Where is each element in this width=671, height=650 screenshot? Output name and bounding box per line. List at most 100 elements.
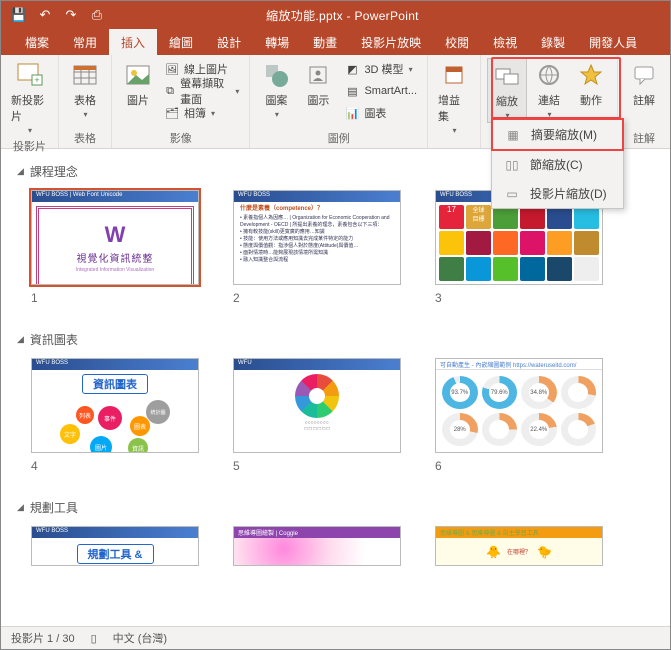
table-icon [70,60,100,90]
group-addins-spacer [452,137,455,150]
pictures-button[interactable]: 圖片 [118,58,158,110]
group-illustrations: 圖案▾ 圖示 ◩3D 模型▾ ▤SmartArt... 📊圖表 圖例 [250,55,428,148]
slide-thumb-5[interactable]: WFU ○○○○○○○○□ □ □ □ □ □ 5 [233,358,401,473]
picture-icon [123,60,153,90]
slide-thumb-4[interactable]: WFU BOSS 資訊圖表 事件 圖表 統計圖 文字 資訊 圖片 列表 4 [31,358,199,473]
slide-thumb-2[interactable]: WFU BOSS 什麼是素養（competence）？• 素養指個人為因應… |… [233,190,401,305]
summary-zoom-item[interactable]: ▦ 摘要縮放(M) [491,118,624,151]
language-status[interactable]: 中文 (台灣) [113,630,167,646]
slide-zoom-item[interactable]: ▭ 投影片縮放(D) [492,179,623,208]
screenshot-button[interactable]: ⧉螢幕擷取畫面▾ [160,80,243,102]
group-tables: 表格▾ 表格 [59,55,112,148]
slide-zoom-label: 投影片縮放(D) [530,185,607,202]
slide1-subtitle: Integrated Information Visualization [76,267,154,273]
tab-developer[interactable]: 開發人員 [577,29,649,55]
tab-recording[interactable]: 錄製 [529,29,577,55]
slide-zoom-icon: ▭ [502,187,522,201]
table-label: 表格 [74,92,96,108]
tab-file[interactable]: 檔案 [13,29,61,55]
comment-button[interactable]: 註解 [624,58,664,110]
tab-animations[interactable]: 動畫 [301,29,349,55]
summary-zoom-icon: ▦ [503,128,523,142]
redo-button[interactable]: ↷ [59,3,83,27]
zoom-dropdown: ▦ 摘要縮放(M) ▯▯ 節縮放(C) ▭ 投影片縮放(D) [491,118,624,209]
group-slides-label: 投影片 [13,137,46,154]
section-2-title: 資訊圖表 [30,331,78,348]
3d-models-button[interactable]: ◩3D 模型▾ [340,58,421,80]
group-addins: 增益集▾ [428,55,481,148]
shapes-icon [261,60,291,90]
addins-button[interactable]: 增益集▾ [434,58,474,137]
group-slides: + 新投影片▾ 投影片 [1,55,59,148]
undo-button[interactable]: ↶ [33,3,57,27]
chart-button[interactable]: 📊圖表 [340,102,421,124]
slide-thumb-8[interactable]: 思維導圖繪製 | Coggle [233,526,401,566]
slide-number-6: 6 [435,459,603,473]
donut-5: 22.4% [530,427,547,433]
tab-slideshow[interactable]: 投影片放映 [349,29,433,55]
smartart-icon: ▤ [344,83,360,99]
smartart-button[interactable]: ▤ SmartArt... [340,80,421,102]
icons-icon [303,60,333,90]
shapes-label: 圖案 [265,92,287,108]
tab-design[interactable]: 設計 [205,29,253,55]
group-comments: 註解 註解 [617,55,670,148]
photo-album-label: 相簿 [184,105,206,121]
slide-sorter[interactable]: 課程理念 WFU BOSS | Web Font Unicode W視覺化資訊統… [1,149,670,628]
slide4-title: 資訊圖表 [82,374,148,394]
ribbon: + 新投影片▾ 投影片 表格▾ 表格 圖片 🖼線上圖片 ⧉螢幕擷取畫面▾ 🗂相簿… [1,55,670,149]
chart-label: 圖表 [364,105,386,121]
slide-number-5: 5 [233,459,401,473]
group-comments-label: 註解 [633,129,655,146]
section-1-title: 課程理念 [30,163,78,180]
slide-thumb-9[interactable]: 思維導圖 & 思維導圖 & 自主學習工具 🐥在哪裡？🐤 [435,526,603,566]
link-button[interactable]: 連結▾ [529,58,569,121]
slide-number-3: 3 [435,291,603,305]
group-images: 圖片 🖼線上圖片 ⧉螢幕擷取畫面▾ 🗂相簿▾ 影像 [112,55,250,148]
tab-draw[interactable]: 繪圖 [157,29,205,55]
section-zoom-item[interactable]: ▯▯ 節縮放(C) [492,150,623,179]
quick-access-toolbar: 💾 ↶ ↷ ⎙ [1,3,115,27]
tab-transitions[interactable]: 轉場 [253,29,301,55]
slide-number-2: 2 [233,291,401,305]
save-button[interactable]: 💾 [7,3,31,27]
icons-button[interactable]: 圖示 [298,58,338,110]
tab-view[interactable]: 檢視 [481,29,529,55]
zoom-button[interactable]: 縮放▾ [487,58,527,123]
action-label: 動作 [580,92,602,108]
new-slide-label: 新投影片 [11,92,48,124]
donut-4: 28% [454,427,466,433]
donut-3: 34.8% [530,390,547,396]
shapes-button[interactable]: 圖案▾ [256,58,296,121]
cube-icon: ◩ [344,61,360,77]
icons-label: 圖示 [307,92,329,108]
slide-number-1: 1 [31,291,199,305]
section-header-3[interactable]: 規劃工具 [17,499,654,516]
donut-2: 79.6% [491,390,508,396]
slide-thumb-7[interactable]: WFU BOSS 規劃工具 & [31,526,199,566]
tab-home[interactable]: 常用 [61,29,109,55]
ribbon-tabs: 檔案 常用 插入 繪圖 設計 轉場 動畫 投影片放映 校閱 檢視 錄製 開發人員 [1,29,670,55]
spellcheck-icon[interactable]: ▯ [91,632,97,645]
svg-text:+: + [35,75,40,85]
link-label: 連結 [538,92,560,108]
comment-icon [629,60,659,90]
donut-1: 93.7% [451,390,468,396]
link-icon [534,60,564,90]
table-button[interactable]: 表格▾ [65,58,105,121]
zoom-icon [492,61,522,91]
summary-zoom-label: 摘要縮放(M) [531,126,597,143]
slide2-title: 什麼是素養（competence）？ [240,205,394,213]
smartart-label: SmartArt... [364,85,417,97]
photo-album-button[interactable]: 🗂相簿▾ [160,102,243,124]
section-header-2[interactable]: 資訊圖表 [17,331,654,348]
action-button[interactable]: 動作 [571,58,611,110]
title-bar: 💾 ↶ ↷ ⎙ 縮放功能.pptx - PowerPoint [1,1,670,29]
tab-review[interactable]: 校閱 [433,29,481,55]
new-slide-button[interactable]: + 新投影片▾ [7,58,52,137]
start-from-beginning-button[interactable]: ⎙ [85,3,109,27]
tab-insert[interactable]: 插入 [109,29,157,55]
slide-thumb-6[interactable]: 可自動產生 - 內嵌縮圖範例 https://wateruseitd.com/ … [435,358,603,473]
new-slide-icon: + [14,60,44,90]
slide-thumb-1[interactable]: WFU BOSS | Web Font Unicode W視覺化資訊統整Inte… [31,190,199,305]
